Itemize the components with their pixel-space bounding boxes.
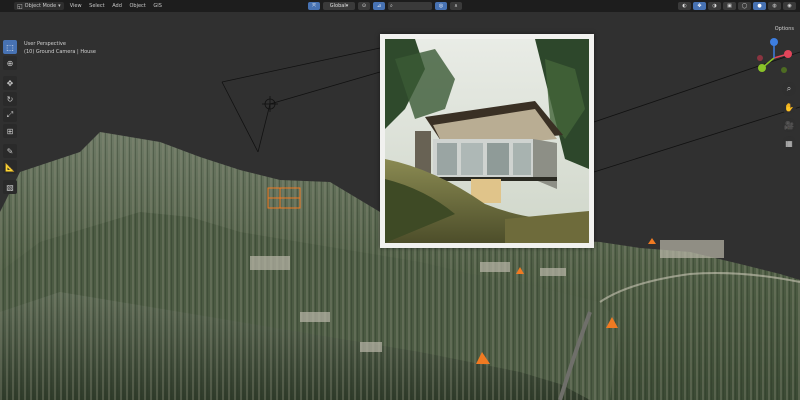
- transform-orientation-label: Global: [329, 3, 346, 9]
- select-box-icon[interactable]: ⬚: [3, 40, 17, 54]
- transform-orientation-dropdown[interactable]: Global ▾: [323, 2, 355, 10]
- orientation-icon[interactable]: ⤧: [308, 2, 320, 10]
- material-shading-icon[interactable]: ◍: [768, 2, 781, 10]
- shading-controls: ◐ ✥ ◑ ▣ ◯ ● ◍ ◉: [678, 2, 796, 10]
- transform-icon[interactable]: ⊞: [3, 124, 17, 138]
- menu-view[interactable]: View: [70, 3, 82, 9]
- mode-selector[interactable]: ◱ Object Mode ▾: [14, 2, 64, 10]
- pivot-icon[interactable]: ⊙: [358, 2, 370, 10]
- header-menu: View Select Add Object GIS: [70, 3, 168, 9]
- tool-shelf: ⬚ ⊕ ✥ ↻ ⤢ ⊞ ✎ 📐 ▧: [3, 40, 17, 194]
- menu-object[interactable]: Object: [129, 3, 145, 9]
- blender-window: ◱ Object Mode ▾ View Select Add Object G…: [0, 0, 800, 400]
- falloff-icon[interactable]: ∧: [450, 2, 462, 10]
- camera-view-icon[interactable]: 🎥: [782, 118, 796, 132]
- zoom-icon[interactable]: ⌕: [782, 82, 796, 96]
- chevron-down-icon: ▾: [345, 3, 349, 9]
- options-tab[interactable]: Options: [775, 26, 794, 32]
- 3d-viewport[interactable]: User Perspective (10) Ground Camera | Ho…: [0, 12, 800, 400]
- viewport-header: ◱ Object Mode ▾ View Select Add Object G…: [0, 0, 800, 12]
- chevron-down-icon: ▾: [58, 3, 61, 9]
- move-icon[interactable]: ✥: [3, 76, 17, 90]
- rendered-shading-icon[interactable]: ◉: [783, 2, 796, 10]
- cursor-icon[interactable]: ⊕: [3, 56, 17, 70]
- transform-controls: ⤧ Global ▾ ⊙ ⊿ ⌕ ◎ ∧: [308, 2, 462, 10]
- object-mode-icon: ◱: [17, 2, 23, 10]
- xray-icon[interactable]: ▣: [723, 2, 736, 10]
- house-render-image: [385, 39, 589, 243]
- reference-render-image: [380, 34, 594, 248]
- viewport-info: User Perspective (10) Ground Camera | Ho…: [24, 40, 96, 56]
- search-icon: ⌕: [390, 3, 393, 9]
- add-cube-icon[interactable]: ▧: [3, 180, 17, 194]
- scale-icon[interactable]: ⤢: [3, 108, 17, 122]
- mode-label: Object Mode: [24, 3, 57, 9]
- overlay-icon[interactable]: ◑: [708, 2, 721, 10]
- perspective-toggle-icon[interactable]: ▦: [782, 136, 796, 150]
- proportional-edit-icon[interactable]: ◎: [435, 2, 447, 10]
- collection-info: (10) Ground Camera | House: [24, 49, 96, 55]
- annotate-icon[interactable]: ✎: [3, 144, 17, 158]
- snap-icon[interactable]: ⊿: [373, 2, 385, 10]
- menu-select[interactable]: Select: [89, 3, 104, 9]
- visibility-icon[interactable]: ◐: [678, 2, 691, 10]
- menu-add[interactable]: Add: [112, 3, 122, 9]
- navigation-gizmo[interactable]: [754, 38, 794, 78]
- measure-icon[interactable]: 📐: [3, 160, 17, 174]
- menu-gis[interactable]: GIS: [153, 3, 162, 9]
- wireframe-shading-icon[interactable]: ◯: [738, 2, 751, 10]
- rotate-icon[interactable]: ↻: [3, 92, 17, 106]
- search-field[interactable]: ⌕: [388, 2, 432, 10]
- view-name: User Perspective: [24, 41, 66, 47]
- gizmo-toggle-icon[interactable]: ✥: [693, 2, 706, 10]
- solid-shading-icon[interactable]: ●: [753, 2, 766, 10]
- pan-icon[interactable]: ✋: [782, 100, 796, 114]
